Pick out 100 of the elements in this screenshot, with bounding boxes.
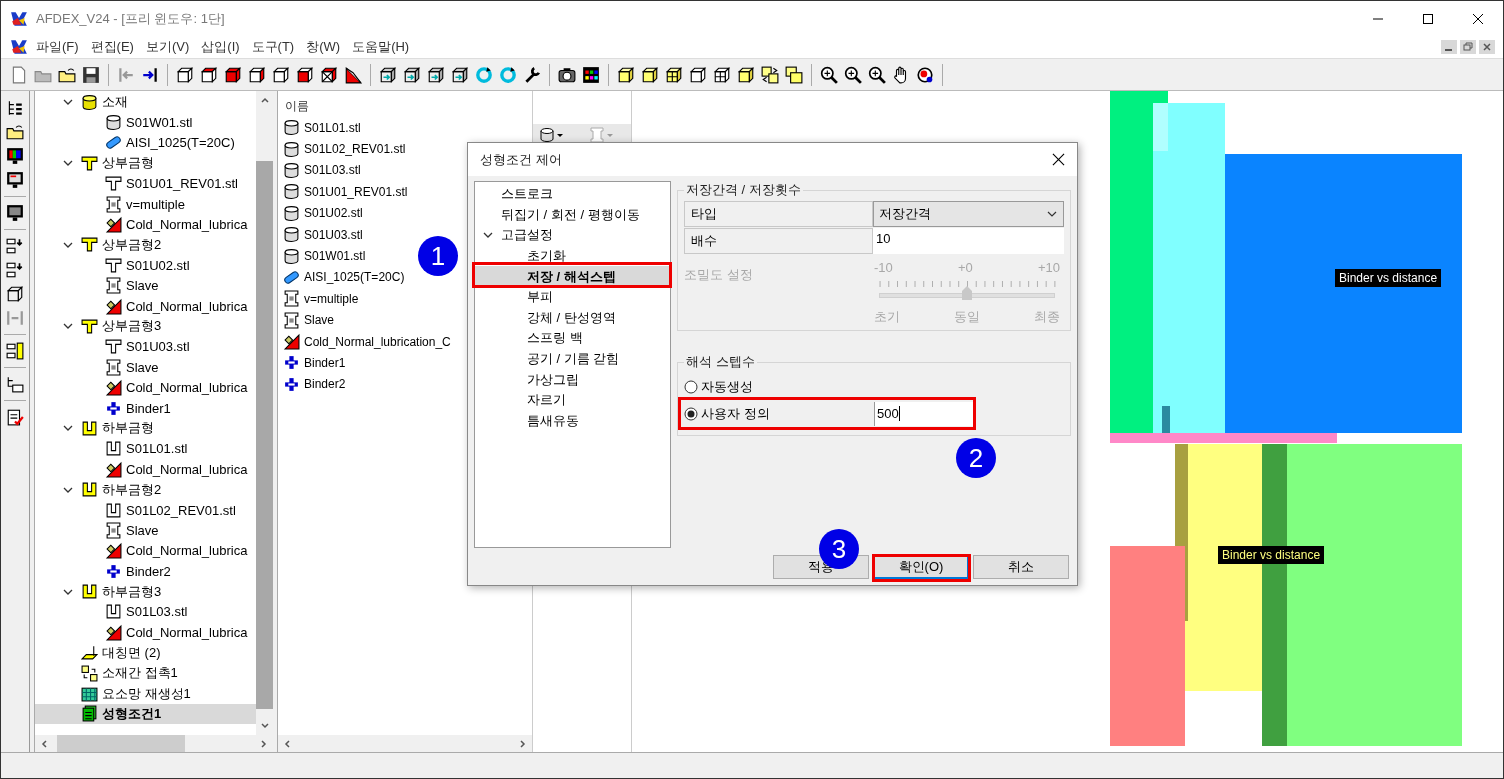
tree-item[interactable]: v=multiple <box>35 193 256 215</box>
tree-item[interactable]: Cold_Normal_lubrica <box>35 295 256 317</box>
tree-item[interactable]: S01L02_REV01.stl <box>35 499 256 521</box>
type-dropdown[interactable]: 저장간격 <box>873 201 1064 227</box>
cube-icon[interactable] <box>617 65 635 84</box>
list-icon[interactable] <box>6 237 24 255</box>
swap-icon[interactable] <box>761 65 779 84</box>
tree-item[interactable]: Binder1 <box>35 397 256 419</box>
radio-button[interactable]: 사용자 정의 <box>684 404 874 423</box>
tree-item[interactable]: 하부금형3 <box>35 581 256 602</box>
menu-item[interactable]: 창(W) <box>304 38 351 56</box>
save-icon[interactable] <box>82 65 100 84</box>
tree-item[interactable]: 자르기 <box>475 389 670 411</box>
column-header[interactable]: 이름 <box>283 95 532 117</box>
close-icon[interactable] <box>1052 153 1065 166</box>
steps-field[interactable]: 500 <box>874 401 973 426</box>
tree-item[interactable]: 고급설정 <box>475 225 670 246</box>
list-item[interactable]: S01L01.stl <box>283 117 532 139</box>
menu-item[interactable]: 편집(E) <box>88 38 144 56</box>
menu-item[interactable]: 파일(F) <box>34 38 89 56</box>
tree-item[interactable]: Cold_Normal_lubrica <box>35 459 256 480</box>
tree-item[interactable]: 소재 <box>35 92 256 113</box>
tree-item[interactable]: Slave <box>35 520 256 541</box>
radio-icon[interactable] <box>684 406 698 421</box>
tree-item[interactable]: 스프링 백 <box>475 328 670 349</box>
scroll-down-icon[interactable] <box>259 721 270 731</box>
cube-icon[interactable] <box>176 65 194 84</box>
tree-item[interactable]: 성형조건1 <box>35 703 256 725</box>
cube-icon[interactable] <box>224 65 242 84</box>
tree-item[interactable]: 부피 <box>475 286 670 308</box>
tree-item[interactable]: 하부금형 <box>35 418 256 439</box>
menu-item[interactable]: 보기(V) <box>143 38 200 56</box>
stack-icon[interactable] <box>785 65 803 84</box>
tree-item[interactable]: S01U01_REV01.stl <box>35 173 256 194</box>
cube-icon[interactable] <box>296 65 314 84</box>
arrow-cube-icon[interactable] <box>379 65 397 84</box>
monitor-icon[interactable] <box>6 204 24 222</box>
minimize-icon[interactable] <box>1441 40 1457 54</box>
list-icon[interactable] <box>6 261 24 279</box>
tree-item[interactable]: 강체 / 탄성영역 <box>475 307 670 329</box>
radio-icon[interactable] <box>684 379 698 394</box>
checklist-icon[interactable] <box>6 408 24 426</box>
tree-item[interactable]: Binder2 <box>35 561 256 582</box>
tree-item[interactable]: S01L01.stl <box>35 438 256 460</box>
tree-view-icon[interactable] <box>6 99 24 117</box>
monitor-icon[interactable] <box>6 147 24 165</box>
tree-item[interactable]: Cold_Normal_lubrica <box>35 214 256 235</box>
tree-item[interactable]: S01W01.stl <box>35 112 256 133</box>
target-icon[interactable] <box>916 65 934 84</box>
tree-item[interactable]: 가상그립 <box>475 369 670 390</box>
multiplier-field[interactable]: 10 <box>873 228 1064 254</box>
tree-item[interactable]: Cold_Normal_lubrica <box>35 622 256 643</box>
scroll-left-icon[interactable] <box>39 738 49 749</box>
tree-item[interactable]: 요소망 재생성1 <box>35 683 256 704</box>
rotate-icon[interactable] <box>475 65 493 84</box>
tree-item[interactable]: S01L03.stl <box>35 601 256 623</box>
tree-item[interactable]: AISI_1025(T=20C) <box>35 132 256 154</box>
dialog-button[interactable]: 확인(O) <box>873 555 969 579</box>
cube-icon[interactable] <box>641 65 659 84</box>
cube-icon[interactable] <box>320 65 338 84</box>
tree-item[interactable]: 스트로크 <box>475 184 670 205</box>
close-icon[interactable] <box>1472 12 1484 25</box>
maximize-icon[interactable] <box>1422 12 1434 25</box>
folder-icon[interactable] <box>58 65 76 84</box>
tree-item[interactable]: 소재간 접촉1 <box>35 662 256 684</box>
tree-item[interactable]: Cold_Normal_lubrica <box>35 540 256 561</box>
pointer-icon[interactable] <box>6 375 24 393</box>
scrollbar-thumb[interactable] <box>57 735 185 752</box>
monitor-icon[interactable] <box>6 171 24 189</box>
folder-icon[interactable] <box>6 123 24 141</box>
wrench-icon[interactable] <box>523 65 541 84</box>
cube-icon[interactable] <box>665 65 683 84</box>
cube-icon[interactable] <box>200 65 218 84</box>
scrollbar-thumb[interactable] <box>256 161 273 709</box>
cube-icon[interactable] <box>6 285 24 303</box>
tree-item[interactable]: 상부금형3 <box>35 316 256 337</box>
cube-icon[interactable] <box>689 65 707 84</box>
tree-item[interactable]: 뒤집기 / 회전 / 평행이동 <box>475 204 670 226</box>
new-document-icon[interactable] <box>10 65 28 84</box>
tree-item[interactable]: S01U03.stl <box>35 336 256 358</box>
tree-item[interactable]: 초기화 <box>475 245 670 267</box>
tree-item[interactable]: Cold_Normal_lubrica <box>35 377 256 398</box>
tree-item[interactable]: Slave <box>35 357 256 378</box>
radio-button[interactable]: 자동생성 <box>684 377 874 396</box>
tree-item[interactable]: 상부금형 <box>35 153 256 174</box>
ruler-icon[interactable] <box>6 342 24 360</box>
tree-item[interactable]: 공기 / 기름 갇힘 <box>475 348 670 370</box>
cube-icon[interactable] <box>248 65 266 84</box>
scroll-up-icon[interactable] <box>259 95 270 105</box>
menu-item[interactable]: 삽입(I) <box>199 38 250 56</box>
tree-item[interactable]: Slave <box>35 275 256 296</box>
arrow-cube-icon[interactable] <box>427 65 445 84</box>
arrow-cube-icon[interactable] <box>403 65 421 84</box>
zoom-icon[interactable] <box>868 65 886 84</box>
cube-icon[interactable] <box>344 65 362 84</box>
zoom-icon[interactable] <box>844 65 862 84</box>
scroll-right-icon[interactable] <box>518 738 528 749</box>
tree-item[interactable]: 상부금형2 <box>35 234 256 256</box>
camera-icon[interactable] <box>558 65 576 84</box>
tree-item[interactable]: 틈새유동 <box>475 410 670 432</box>
